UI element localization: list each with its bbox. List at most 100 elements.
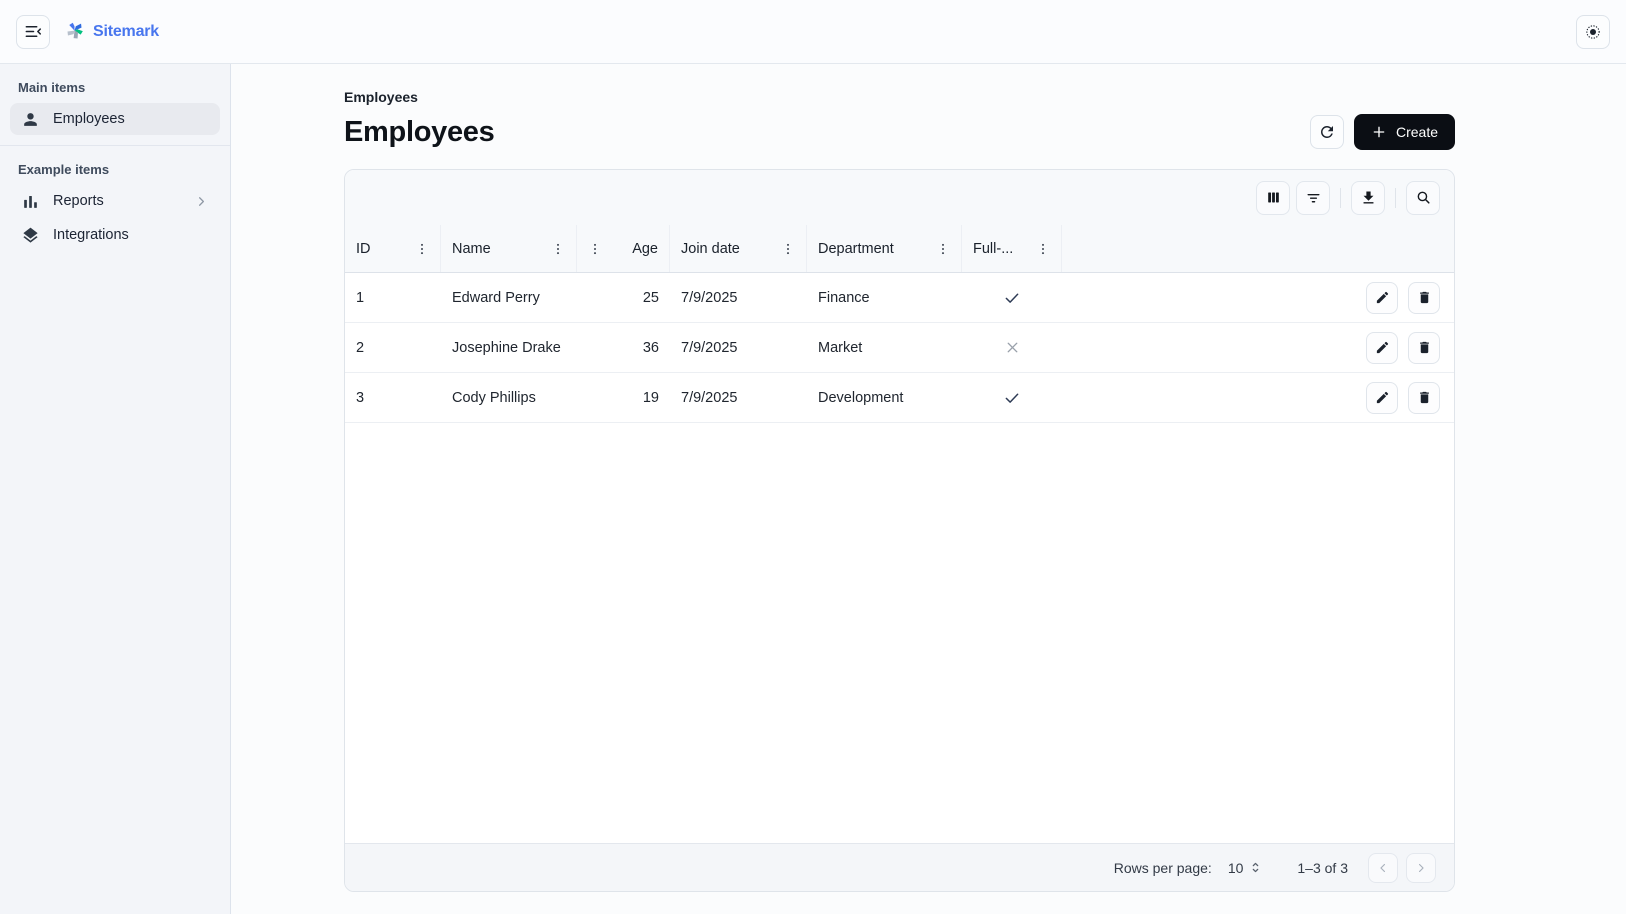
column-menu-icon[interactable]	[1036, 242, 1050, 256]
toolbar-divider	[1395, 188, 1396, 208]
cell-full-time	[962, 389, 1062, 407]
person-icon	[21, 110, 40, 129]
sidebar-item-label: Employees	[53, 111, 125, 127]
cell-join-date: 7/9/2025	[670, 390, 807, 406]
column-header-full-time[interactable]: Full-...	[962, 225, 1062, 272]
check-icon	[1003, 289, 1021, 307]
cell-id: 2	[345, 340, 441, 356]
menu-collapse-icon	[24, 22, 43, 41]
delete-button[interactable]	[1408, 382, 1440, 414]
delete-trash-icon	[1417, 390, 1432, 405]
chevron-left-icon	[1376, 861, 1390, 875]
rows-per-page-label: Rows per page:	[1114, 860, 1212, 876]
logo-text: Sitemark	[93, 23, 159, 41]
next-page-button[interactable]	[1406, 853, 1436, 883]
layers-icon	[21, 226, 40, 245]
column-header-label: ID	[356, 241, 371, 257]
refresh-button[interactable]	[1310, 115, 1344, 149]
column-menu-icon[interactable]	[781, 242, 795, 256]
table-row[interactable]: 1 Edward Perry 25 7/9/2025 Finance	[345, 273, 1454, 323]
cell-id: 3	[345, 390, 441, 406]
cross-icon	[1004, 339, 1021, 356]
sidebar-item-employees[interactable]: Employees	[10, 103, 220, 135]
column-header-label: Name	[452, 241, 491, 257]
table-row[interactable]: 3 Cody Phillips 19 7/9/2025 Development	[345, 373, 1454, 423]
rows-per-page-select[interactable]: 10	[1228, 860, 1264, 876]
rows-per-page-value: 10	[1228, 860, 1244, 876]
column-menu-icon[interactable]	[936, 242, 950, 256]
cell-age: 25	[577, 290, 670, 306]
breadcrumb: Employees	[344, 64, 1455, 105]
sidebar: Main items Employees Example items Repor…	[0, 64, 231, 914]
grid-footer: Rows per page: 10 1–3 of 3	[345, 843, 1454, 891]
edit-pencil-icon	[1375, 290, 1390, 305]
refresh-icon	[1318, 123, 1336, 141]
cell-department: Development	[807, 390, 962, 406]
create-button[interactable]: Create	[1354, 114, 1455, 150]
previous-page-button[interactable]	[1368, 853, 1398, 883]
delete-trash-icon	[1417, 290, 1432, 305]
row-actions	[1354, 332, 1454, 364]
columns-button[interactable]	[1256, 181, 1290, 215]
cell-join-date: 7/9/2025	[670, 290, 807, 306]
bar-chart-icon	[21, 192, 40, 211]
pagination-range: 1–3 of 3	[1297, 860, 1348, 876]
column-menu-icon[interactable]	[588, 242, 602, 256]
app-logo[interactable]: Sitemark	[64, 21, 159, 42]
grid-header-row: ID Name Age	[345, 225, 1454, 273]
column-header-department[interactable]: Department	[807, 225, 962, 272]
filter-icon	[1305, 189, 1322, 206]
cell-full-time	[962, 339, 1062, 356]
unfold-more-icon	[1248, 860, 1263, 875]
employees-data-grid: ID Name Age	[344, 169, 1455, 892]
column-header-id[interactable]: ID	[345, 225, 441, 272]
delete-button[interactable]	[1408, 282, 1440, 314]
cell-department: Market	[807, 340, 962, 356]
cell-age: 36	[577, 340, 670, 356]
search-button[interactable]	[1406, 181, 1440, 215]
search-icon	[1415, 189, 1432, 206]
sidebar-divider	[0, 145, 230, 146]
cell-full-time	[962, 289, 1062, 307]
cell-join-date: 7/9/2025	[670, 340, 807, 356]
table-row[interactable]: 2 Josephine Drake 36 7/9/2025 Market	[345, 323, 1454, 373]
edit-button[interactable]	[1366, 382, 1398, 414]
delete-button[interactable]	[1408, 332, 1440, 364]
edit-button[interactable]	[1366, 332, 1398, 364]
page-title: Employees	[344, 116, 494, 149]
plus-icon	[1371, 124, 1387, 140]
sidebar-item-reports[interactable]: Reports	[10, 185, 220, 217]
row-actions	[1354, 382, 1454, 414]
light-mode-sun-icon	[1584, 23, 1602, 41]
column-header-name[interactable]: Name	[441, 225, 577, 272]
column-header-label: Full-...	[973, 241, 1013, 257]
column-menu-icon[interactable]	[415, 242, 429, 256]
edit-pencil-icon	[1375, 390, 1390, 405]
toolbar-divider	[1340, 188, 1341, 208]
delete-trash-icon	[1417, 340, 1432, 355]
cell-id: 1	[345, 290, 441, 306]
column-menu-icon[interactable]	[551, 242, 565, 256]
edit-button[interactable]	[1366, 282, 1398, 314]
column-header-actions	[1354, 225, 1454, 272]
cell-name: Josephine Drake	[441, 340, 577, 356]
filter-button[interactable]	[1296, 181, 1330, 215]
column-header-join-date[interactable]: Join date	[670, 225, 807, 272]
theme-toggle-button[interactable]	[1576, 15, 1610, 49]
sidebar-item-label: Integrations	[53, 227, 129, 243]
export-button[interactable]	[1351, 181, 1385, 215]
main-content: Employees Employees	[231, 64, 1626, 914]
column-header-label: Age	[632, 241, 658, 257]
collapse-menu-button[interactable]	[16, 15, 50, 49]
cell-name: Edward Perry	[441, 290, 577, 306]
edit-pencil-icon	[1375, 340, 1390, 355]
chevron-right-icon	[1414, 861, 1428, 875]
chevron-right-icon	[194, 194, 209, 209]
sidebar-item-integrations[interactable]: Integrations	[10, 219, 220, 251]
grid-toolbar	[345, 170, 1454, 225]
sidebar-section-example-items: Example items	[10, 156, 220, 185]
cell-age: 19	[577, 390, 670, 406]
column-header-age[interactable]: Age	[577, 225, 670, 272]
create-button-label: Create	[1396, 124, 1438, 140]
cell-department: Finance	[807, 290, 962, 306]
